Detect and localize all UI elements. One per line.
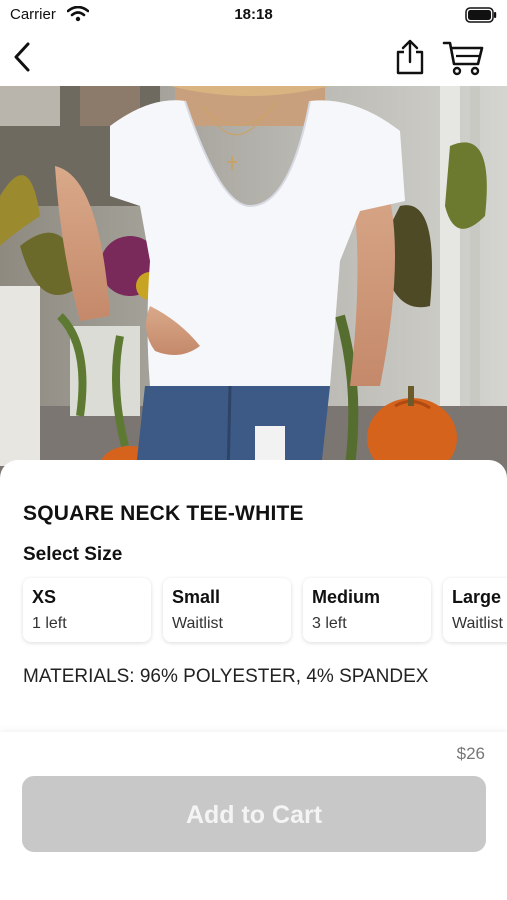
size-stock: 3 left	[312, 615, 347, 632]
size-name: XS	[32, 587, 57, 607]
size-name: Large	[452, 587, 502, 607]
product-photo	[0, 86, 507, 478]
size-option-medium[interactable]: Medium 3 left	[303, 578, 431, 642]
battery-icon	[465, 7, 497, 23]
price-label: $26	[456, 744, 485, 763]
product-details: SQUARE NECK TEE-WHITE Select Size XS 1 l…	[0, 460, 507, 730]
size-stock: Waitlist	[452, 615, 503, 632]
add-to-cart-button[interactable]: Add to Cart	[22, 776, 486, 852]
nav-bar	[0, 30, 507, 86]
product-title: SQUARE NECK TEE-WHITE	[23, 502, 304, 525]
chevron-left-icon	[14, 42, 30, 72]
share-button[interactable]	[392, 38, 428, 81]
product-image	[0, 86, 507, 478]
checkout-footer: $26 Add to Cart	[0, 732, 507, 900]
back-button[interactable]	[10, 40, 34, 79]
share-icon	[396, 39, 424, 75]
materials-text: MATERIALS: 96% POLYESTER, 4% SPANDEX	[23, 666, 429, 687]
size-options: XS 1 left Small Waitlist Medium 3 left L…	[0, 576, 507, 648]
size-option-large[interactable]: Large Waitlist	[443, 578, 507, 642]
size-option-xs[interactable]: XS 1 left	[23, 578, 151, 642]
status-time: 18:18	[234, 6, 273, 23]
size-stock: 1 left	[32, 615, 67, 632]
cart-icon	[442, 41, 484, 76]
size-option-small[interactable]: Small Waitlist	[163, 578, 291, 642]
status-bar: Carrier 18:18	[0, 0, 507, 30]
cart-button[interactable]	[442, 40, 486, 81]
select-size-label: Select Size	[23, 544, 123, 565]
size-stock: Waitlist	[172, 615, 223, 632]
size-name: Small	[172, 587, 221, 607]
size-name: Medium	[312, 587, 381, 607]
